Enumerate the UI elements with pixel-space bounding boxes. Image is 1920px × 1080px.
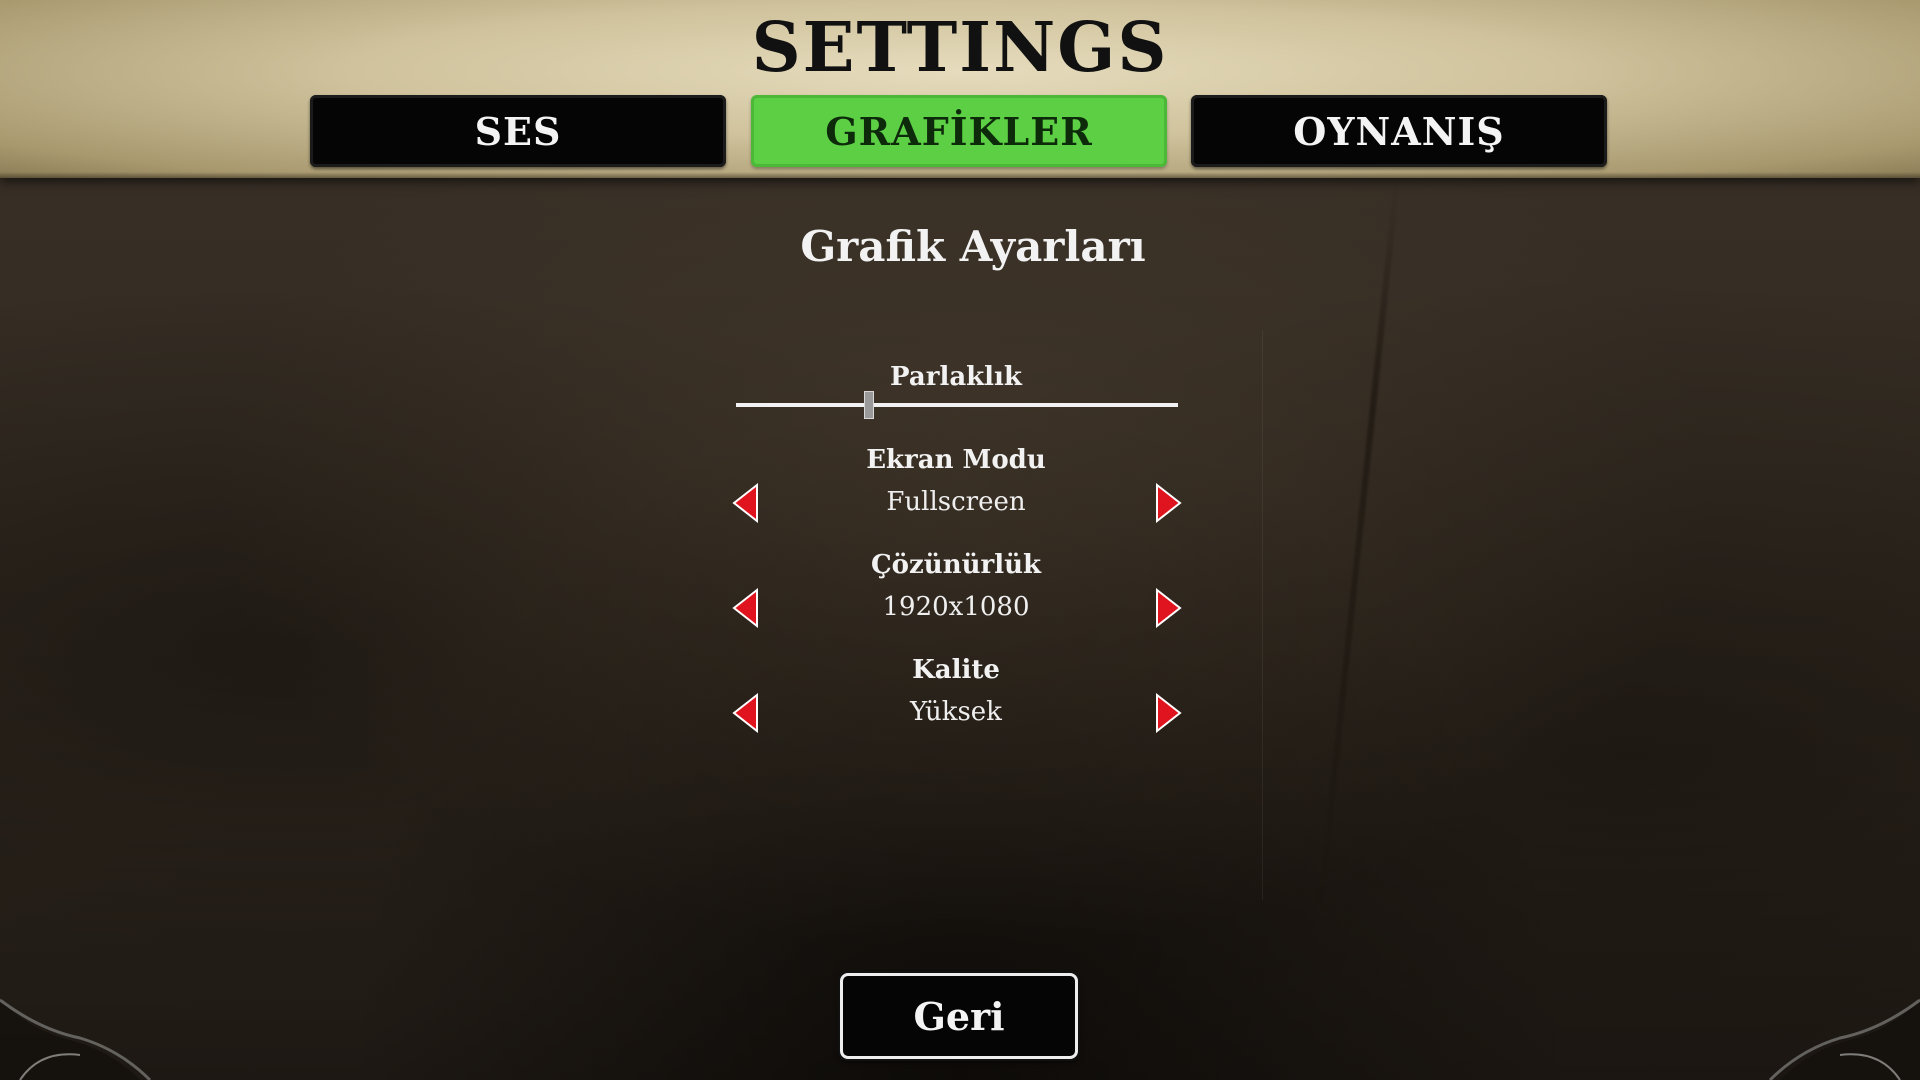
resolution-value: 1920x1080 — [882, 592, 1030, 622]
screen-mode-next-arrow-icon[interactable] — [1155, 483, 1183, 523]
header-band: SETTINGS SES GRAFİKLER OYNANIŞ — [0, 0, 1920, 178]
quality-next-arrow-icon[interactable] — [1155, 693, 1183, 733]
brightness-slider[interactable] — [736, 391, 1178, 419]
tab-oynanis-label: OYNANIŞ — [1293, 108, 1505, 154]
quality-value: Yüksek — [910, 697, 1002, 727]
tab-ses-label: SES — [474, 108, 562, 154]
settings-screen: SETTINGS SES GRAFİKLER OYNANIŞ Grafik Ay… — [0, 0, 1920, 1080]
brightness-slider-handle[interactable] — [864, 391, 874, 419]
panel-divider — [1262, 330, 1263, 900]
back-button-label: Geri — [913, 993, 1005, 1039]
tab-grafikler-label: GRAFİKLER — [825, 108, 1093, 154]
resolution-prev-arrow-icon[interactable] — [731, 588, 759, 628]
tab-oynanis[interactable]: OYNANIŞ — [1191, 95, 1607, 167]
brightness-label: Parlaklık — [890, 362, 1022, 392]
section-title: Grafik Ayarları — [800, 222, 1146, 271]
background-crack — [1316, 181, 1400, 919]
screen-mode-prev-arrow-icon[interactable] — [731, 483, 759, 523]
resolution-next-arrow-icon[interactable] — [1155, 588, 1183, 628]
corner-ornament-right-icon — [1768, 998, 1920, 1080]
page-title: SETTINGS — [751, 8, 1169, 88]
quality-prev-arrow-icon[interactable] — [731, 693, 759, 733]
tab-grafikler[interactable]: GRAFİKLER — [751, 95, 1167, 167]
screen-mode-value: Fullscreen — [886, 487, 1026, 517]
resolution-label: Çözünürlük — [870, 550, 1041, 580]
corner-ornament-left-icon — [0, 998, 152, 1080]
quality-label: Kalite — [912, 655, 1000, 685]
back-button[interactable]: Geri — [840, 973, 1078, 1059]
screen-mode-label: Ekran Modu — [866, 445, 1046, 475]
tab-ses[interactable]: SES — [310, 95, 726, 167]
